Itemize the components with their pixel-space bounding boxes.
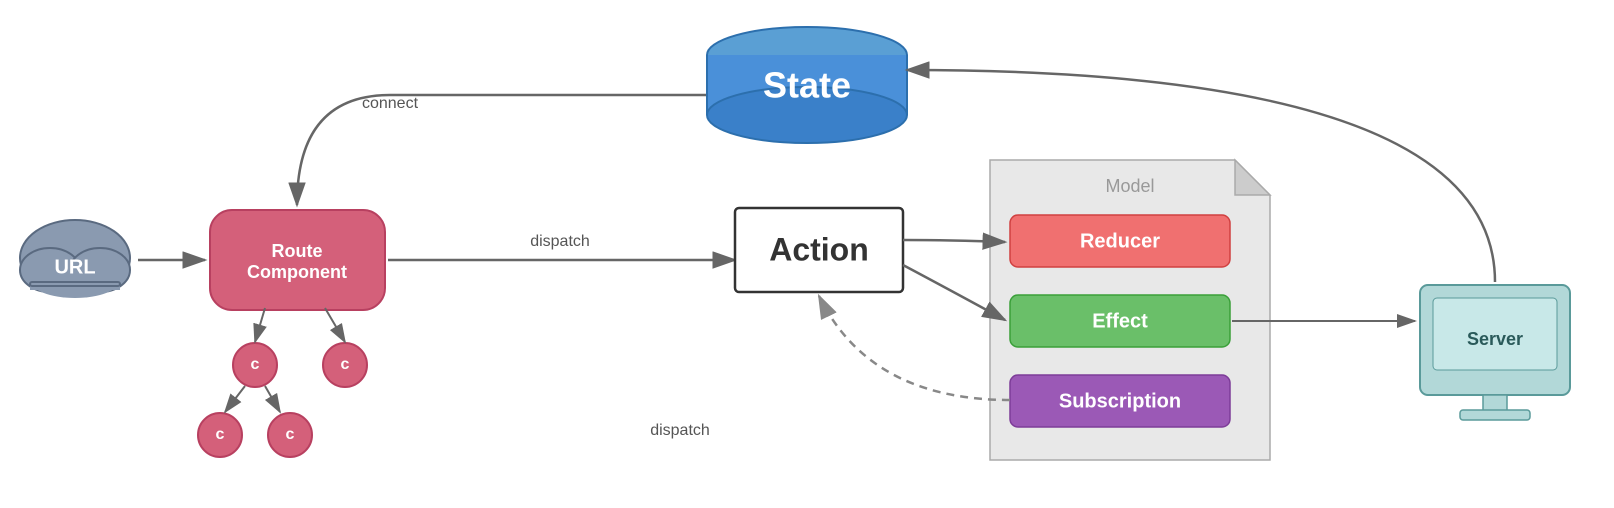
effect-label: Effect [1092, 310, 1148, 332]
architecture-diagram: URL Route Component c c c c connect disp… [0, 0, 1614, 508]
child-component-1: c [233, 343, 277, 387]
effect-node: Effect [1010, 295, 1230, 347]
child-component-2: c [323, 343, 367, 387]
dispatch-label-2: dispatch [650, 422, 710, 439]
route-component-label-2: Component [247, 262, 347, 282]
child-component-4: c [268, 413, 312, 457]
dispatch-label-1: dispatch [530, 233, 590, 250]
url-label: URL [54, 256, 95, 278]
route-component-label-1: Route [272, 241, 323, 261]
route-to-c1-arrow [255, 308, 265, 342]
svg-text:c: c [286, 426, 295, 443]
subscription-label: Subscription [1059, 390, 1181, 412]
svg-text:c: c [251, 356, 260, 373]
child-component-3: c [198, 413, 242, 457]
c1-to-c3-arrow [225, 386, 245, 412]
state-node: State [707, 27, 907, 143]
subscription-node: Subscription [1010, 375, 1230, 427]
c1-to-c4-arrow [265, 386, 280, 412]
route-component-node: Route Component [210, 210, 385, 310]
action-node: Action [735, 208, 903, 292]
action-to-reducer-arrow [903, 240, 1005, 242]
server-label: Server [1467, 329, 1523, 349]
action-label: Action [769, 231, 869, 267]
subscription-to-action-arrow [819, 296, 1010, 400]
model-label: Model [1105, 176, 1154, 196]
reducer-label: Reducer [1080, 230, 1160, 252]
state-to-route-arrow [297, 95, 720, 205]
server-node: Server [1420, 285, 1570, 420]
reducer-node: Reducer [1010, 215, 1230, 267]
svg-text:c: c [341, 356, 350, 373]
state-label: State [763, 65, 851, 106]
route-to-c2-arrow [325, 308, 345, 342]
svg-text:c: c [216, 426, 225, 443]
url-node: URL [20, 220, 130, 298]
